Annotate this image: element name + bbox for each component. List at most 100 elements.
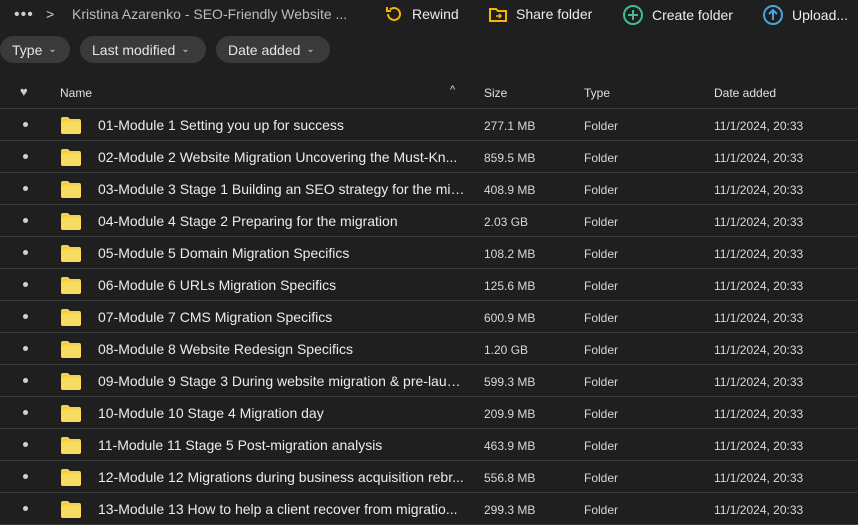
chevron-down-icon: ⌄ — [306, 44, 315, 55]
type-filter-label: Type — [12, 41, 43, 58]
more-dots-icon[interactable]: ••• — [14, 6, 34, 24]
file-size: 556.8 MB — [484, 471, 536, 485]
file-date-added: 11/1/2024, 20:33 — [714, 151, 804, 165]
table-header: ♥ Name ^ Size Type Date added — [0, 76, 858, 109]
file-size: 1.20 GB — [484, 343, 529, 357]
share-folder-button[interactable]: Share folder — [488, 4, 592, 24]
folder-icon — [61, 373, 81, 390]
file-list: 01-Module 1 Setting you up for success 27… — [0, 109, 858, 525]
chevron-down-icon: ⌄ — [48, 44, 57, 55]
bullet-icon — [23, 346, 28, 351]
table-row[interactable]: 06-Module 6 URLs Migration Specifics 125.… — [0, 269, 858, 301]
last-modified-filter-dropdown[interactable]: Last modified ⌄ — [80, 36, 206, 63]
upload-button[interactable]: Upload... — [762, 4, 848, 26]
column-header-date-added[interactable]: Date added — [714, 86, 776, 100]
create-folder-button[interactable]: Create folder — [622, 4, 733, 26]
folder-icon — [61, 149, 81, 166]
bullet-icon — [23, 314, 28, 319]
file-date-added: 11/1/2024, 20:33 — [714, 471, 804, 485]
file-type: Folder — [584, 247, 619, 261]
file-name[interactable]: 06-Module 6 URLs Migration Specifics — [98, 277, 466, 293]
file-date-added: 11/1/2024, 20:33 — [714, 215, 804, 229]
file-name[interactable]: 04-Module 4 Stage 2 Preparing for the mi… — [98, 213, 466, 229]
file-type: Folder — [584, 375, 619, 389]
file-date-added: 11/1/2024, 20:33 — [714, 343, 804, 357]
table-row[interactable]: 01-Module 1 Setting you up for success 27… — [0, 109, 858, 141]
bullet-icon — [23, 218, 28, 223]
file-date-added: 11/1/2024, 20:33 — [714, 279, 804, 293]
last-modified-filter-label: Last modified — [92, 41, 176, 58]
file-name[interactable]: 13-Module 13 How to help a client recove… — [98, 501, 466, 517]
bullet-icon — [23, 506, 28, 511]
file-type: Folder — [584, 279, 619, 293]
top-toolbar: ••• > Kristina Azarenko - SEO-Friendly W… — [0, 0, 858, 30]
table-row[interactable]: 09-Module 9 Stage 3 During website migra… — [0, 365, 858, 397]
date-added-filter-dropdown[interactable]: Date added ⌄ — [216, 36, 330, 63]
favorite-heart-icon[interactable]: ♥ — [20, 84, 28, 99]
file-date-added: 11/1/2024, 20:33 — [714, 119, 804, 133]
sort-up-icon[interactable]: ^ — [450, 84, 455, 96]
plus-circle-icon — [623, 5, 643, 25]
bullet-icon — [23, 282, 28, 287]
file-date-added: 11/1/2024, 20:33 — [714, 407, 804, 421]
column-header-type[interactable]: Type — [584, 86, 610, 100]
file-date-added: 11/1/2024, 20:33 — [714, 375, 804, 389]
folder-icon — [61, 277, 81, 294]
table-row[interactable]: 03-Module 3 Stage 1 Building an SEO stra… — [0, 173, 858, 205]
upload-label: Upload... — [792, 7, 849, 23]
column-header-name[interactable]: Name — [60, 86, 92, 100]
file-size: 599.3 MB — [484, 375, 536, 389]
table-row[interactable]: 12-Module 12 Migrations during business … — [0, 461, 858, 493]
folder-icon — [61, 117, 81, 134]
file-date-added: 11/1/2024, 20:33 — [714, 503, 804, 517]
file-name[interactable]: 09-Module 9 Stage 3 During website migra… — [98, 373, 466, 389]
file-size: 299.3 MB — [484, 503, 536, 517]
rewind-label: Rewind — [412, 6, 459, 22]
folder-icon — [61, 181, 81, 198]
file-size: 859.5 MB — [484, 151, 536, 165]
file-name[interactable]: 05-Module 5 Domain Migration Specifics — [98, 245, 466, 261]
file-type: Folder — [584, 183, 619, 197]
file-type: Folder — [584, 439, 619, 453]
file-name[interactable]: 03-Module 3 Stage 1 Building an SEO stra… — [98, 181, 466, 197]
date-added-filter-label: Date added — [228, 41, 301, 58]
file-name[interactable]: 01-Module 1 Setting you up for success — [98, 117, 466, 133]
file-name[interactable]: 07-Module 7 CMS Migration Specifics — [98, 309, 466, 325]
type-filter-dropdown[interactable]: Type ⌄ — [0, 36, 70, 63]
table-row[interactable]: 07-Module 7 CMS Migration Specifics 600.9… — [0, 301, 858, 333]
bullet-icon — [23, 250, 28, 255]
table-row[interactable]: 08-Module 8 Website Redesign Specifics 1.… — [0, 333, 858, 365]
file-size: 277.1 MB — [484, 119, 536, 133]
create-folder-label: Create folder — [652, 7, 733, 23]
chevron-down-icon: ⌄ — [181, 44, 190, 55]
file-type: Folder — [584, 503, 619, 517]
file-name[interactable]: 10-Module 10 Stage 4 Migration day — [98, 405, 466, 421]
folder-icon — [61, 437, 81, 454]
folder-icon — [61, 501, 81, 518]
share-folder-label: Share folder — [516, 6, 593, 22]
file-name[interactable]: 08-Module 8 Website Redesign Specifics — [98, 341, 466, 357]
file-date-added: 11/1/2024, 20:33 — [714, 183, 804, 197]
file-size: 209.9 MB — [484, 407, 536, 421]
table-row[interactable]: 10-Module 10 Stage 4 Migration day 209.9 … — [0, 397, 858, 429]
table-row[interactable]: 13-Module 13 How to help a client recove… — [0, 493, 858, 525]
table-row[interactable]: 05-Module 5 Domain Migration Specifics 10… — [0, 237, 858, 269]
chevron-right-icon[interactable]: > — [46, 6, 54, 22]
column-header-size[interactable]: Size — [484, 86, 507, 100]
bullet-icon — [23, 378, 28, 383]
file-date-added: 11/1/2024, 20:33 — [714, 247, 804, 261]
table-row[interactable]: 11-Module 11 Stage 5 Post-migration anal… — [0, 429, 858, 461]
file-type: Folder — [584, 407, 619, 421]
breadcrumb[interactable]: Kristina Azarenko - SEO-Friendly Website… — [72, 6, 347, 22]
file-name[interactable]: 12-Module 12 Migrations during business … — [98, 469, 466, 485]
table-row[interactable]: 04-Module 4 Stage 2 Preparing for the mi… — [0, 205, 858, 237]
rewind-button[interactable]: Rewind — [384, 4, 459, 24]
file-size: 2.03 GB — [484, 215, 529, 229]
bullet-icon — [23, 186, 28, 191]
file-size: 408.9 MB — [484, 183, 536, 197]
file-name[interactable]: 02-Module 2 Website Migration Uncovering… — [98, 149, 466, 165]
file-size: 600.9 MB — [484, 311, 536, 325]
file-type: Folder — [584, 119, 619, 133]
file-name[interactable]: 11-Module 11 Stage 5 Post-migration anal… — [98, 437, 466, 453]
table-row[interactable]: 02-Module 2 Website Migration Uncovering… — [0, 141, 858, 173]
